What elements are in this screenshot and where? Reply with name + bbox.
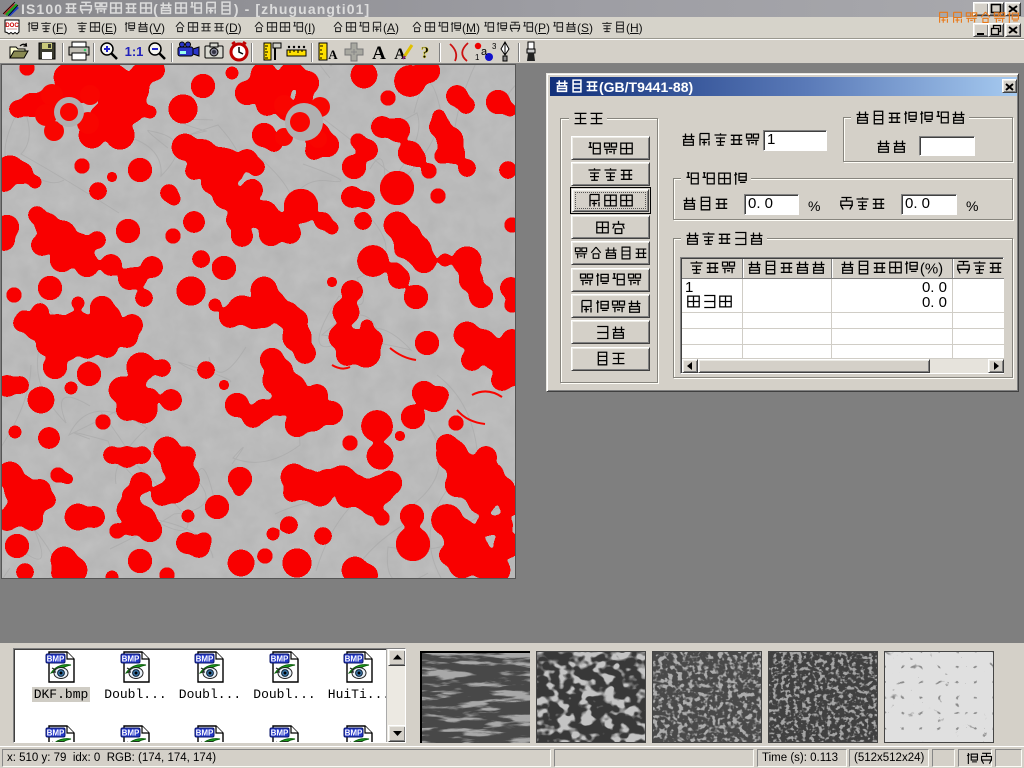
svg-text:DOC: DOC	[5, 23, 19, 29]
svg-text:BMP: BMP	[270, 655, 288, 664]
svg-text:A: A	[328, 47, 338, 62]
svg-text:A: A	[372, 43, 386, 62]
svg-text:BMP: BMP	[121, 655, 139, 664]
svg-text:?: ?	[421, 43, 430, 62]
svg-text:BMP: BMP	[121, 729, 139, 738]
svg-text:BMP: BMP	[270, 729, 288, 738]
svg-text:BMP: BMP	[345, 729, 363, 738]
svg-text:BMP: BMP	[196, 729, 214, 738]
svg-text:1:1: 1:1	[125, 44, 144, 59]
svg-text:BMP: BMP	[47, 729, 65, 738]
svg-text:a: a	[481, 46, 488, 58]
svg-text:1: 1	[475, 53, 480, 62]
svg-text:BMP: BMP	[196, 655, 214, 664]
svg-text:BMP: BMP	[345, 655, 363, 664]
svg-text:BMP: BMP	[47, 655, 65, 664]
svg-text:3: 3	[492, 42, 496, 51]
